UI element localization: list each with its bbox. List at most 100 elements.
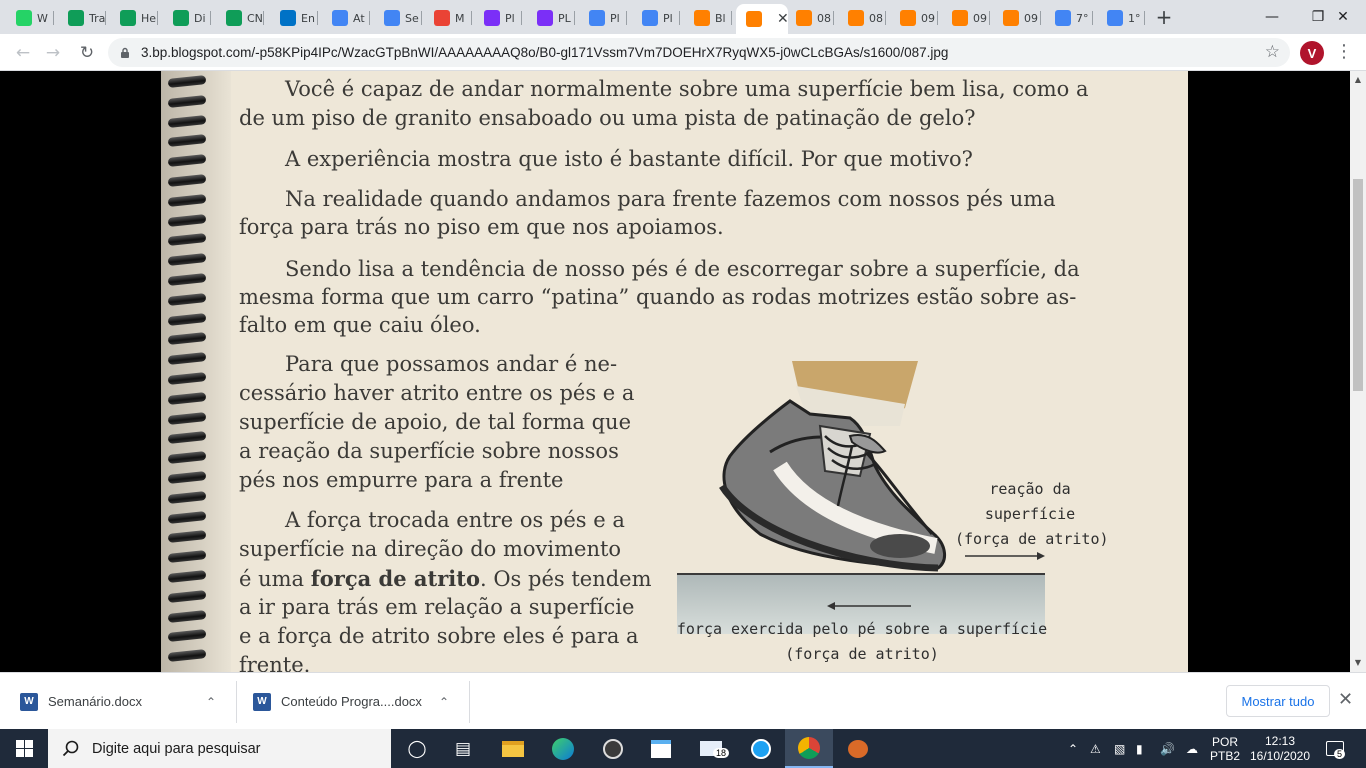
docs-icon — [1055, 10, 1071, 26]
text-fragment: . Os pés tendem — [479, 567, 652, 591]
close-icon[interactable]: ✕ — [1338, 689, 1353, 710]
show-all-button[interactable]: Mostrar tudo — [1226, 685, 1330, 717]
back-icon[interactable]: ← — [10, 40, 36, 66]
download-item[interactable]: W Semanário.docx ⌃ — [20, 673, 220, 730]
volume-icon[interactable]: 🔊 — [1160, 729, 1175, 768]
tab-title: PL — [558, 11, 571, 25]
browser-tab[interactable]: Tra — [58, 4, 106, 32]
store-icon[interactable] — [638, 729, 684, 768]
minimize-icon[interactable]: — — [1249, 0, 1295, 34]
language-indicator[interactable]: POR PTB2 — [1210, 729, 1240, 768]
browser-tab[interactable]: W — [6, 4, 54, 32]
browser-tab[interactable]: 1° — [1097, 4, 1145, 32]
address-bar[interactable]: 3.bp.blogspot.com/-p58KPip4IPc/WzacGTpBn… — [108, 38, 1290, 67]
tab-title: CN — [247, 11, 263, 25]
chrome-icon[interactable] — [785, 729, 833, 768]
lock-icon — [121, 47, 129, 58]
tab-title: Bl — [715, 11, 726, 25]
text-line: frente. — [239, 653, 311, 672]
browser-tab[interactable]: 09 — [942, 4, 990, 32]
onedrive-icon[interactable]: ☁ — [1186, 729, 1198, 768]
profile-avatar[interactable]: V — [1300, 41, 1324, 65]
obs-icon[interactable] — [590, 729, 636, 768]
text-line: e a força de atrito sobre eles é para a — [239, 624, 639, 648]
browser-tab[interactable]: 08 — [786, 4, 834, 32]
clock[interactable]: 12:13 16/10/2020 — [1250, 729, 1310, 768]
text-line: força para trás no piso em que nos apoia… — [239, 215, 724, 239]
browser-tab[interactable]: 09 — [890, 4, 938, 32]
browser-tab[interactable]: ✕ — [736, 4, 788, 34]
browser-tab[interactable]: M — [424, 4, 472, 32]
taskbar-search[interactable]: Digite aqui para pesquisar — [48, 729, 391, 768]
menu-icon[interactable]: ⋮ — [1334, 42, 1354, 64]
browser-tab[interactable]: 09 — [993, 4, 1041, 32]
tab-title: Tra — [89, 11, 106, 25]
browser-tab[interactable]: CN — [216, 4, 264, 32]
reaction-label: reação da superfície (força de atrito) — [955, 480, 1109, 548]
reload-icon[interactable]: ↻ — [74, 40, 100, 66]
chevron-up-icon[interactable]: ⌃ — [1068, 729, 1078, 768]
close-window-icon[interactable]: ✕ — [1320, 0, 1366, 34]
windows-start-icon[interactable] — [0, 729, 48, 768]
safari-icon[interactable] — [738, 729, 784, 768]
tab-title: Pl — [610, 11, 620, 25]
scroll-up-icon[interactable]: ▲ — [1350, 73, 1366, 87]
tab-title: En — [301, 11, 315, 25]
browser-tab[interactable]: Di — [163, 4, 211, 32]
battery-icon[interactable]: ▮ — [1136, 729, 1143, 768]
outlook-icon — [280, 10, 296, 26]
blogger-icon — [848, 10, 864, 26]
bookmark-star-icon[interactable]: ☆ — [1265, 42, 1280, 62]
browser-tab[interactable]: En — [270, 4, 318, 32]
browser-tab[interactable]: Pl — [632, 4, 680, 32]
chevron-up-icon[interactable]: ⌃ — [206, 695, 216, 709]
text-line: a ir para trás em relação a superfície — [239, 595, 635, 619]
sheets-icon — [68, 10, 84, 26]
browser-tab[interactable]: Pl — [579, 4, 627, 32]
browser-tab[interactable]: 7° — [1045, 4, 1093, 32]
tab-title: He — [141, 11, 157, 25]
scroll-down-icon[interactable]: ▼ — [1350, 656, 1366, 670]
url-text: 3.bp.blogspot.com/-p58KPip4IPc/WzacGTpBn… — [141, 45, 949, 60]
docs-icon — [642, 10, 658, 26]
scrollbar-thumb[interactable] — [1353, 179, 1363, 391]
browser-tab[interactable]: Se — [374, 4, 422, 32]
browser-tab[interactable]: At — [322, 4, 370, 32]
lang-top: POR — [1212, 734, 1239, 749]
cortana-icon[interactable]: ◯ — [394, 729, 440, 768]
game-icon[interactable] — [835, 729, 881, 768]
browser-tab[interactable]: PL — [527, 4, 575, 32]
browser-tab[interactable]: 08 — [838, 4, 886, 32]
translate-icon — [384, 10, 400, 26]
notification-center-icon[interactable]: 5 — [1326, 729, 1346, 768]
download-item[interactable]: W Conteúdo Progra....docx ⌃ — [253, 673, 453, 730]
tab-title: Se — [405, 11, 419, 25]
network-icon[interactable]: ▧ — [1114, 729, 1125, 768]
mail-icon[interactable]: 18 — [688, 729, 734, 768]
gmail-icon — [434, 10, 450, 26]
browser-tab[interactable]: Bl — [684, 4, 732, 32]
foot-force-label: força exercida pelo pé sobre a superfíci… — [676, 620, 1048, 663]
tab-title: 08 — [869, 11, 883, 25]
text-fragment: é uma — [239, 567, 311, 591]
download-filename: Conteúdo Progra....docx — [281, 694, 422, 709]
clock-time: 12:13 — [1264, 733, 1296, 748]
chevron-up-icon[interactable]: ⌃ — [439, 695, 449, 709]
task-view-icon[interactable]: ▤ — [440, 729, 486, 768]
new-tab-button[interactable]: + — [1152, 6, 1176, 30]
search-placeholder: Digite aqui para pesquisar — [92, 740, 261, 757]
browser-tab[interactable]: Pl — [474, 4, 522, 32]
vertical-scrollbar[interactable]: ▲ ▼ — [1350, 71, 1366, 672]
sneaker-illustration — [719, 361, 946, 572]
sheets-icon — [120, 10, 136, 26]
browser-tab[interactable]: He — [110, 4, 158, 32]
warning-icon[interactable]: ⚠ — [1090, 729, 1101, 768]
text-line: falto em que caiu óleo. — [239, 313, 481, 337]
edge-icon[interactable] — [540, 729, 586, 768]
blogger-icon — [952, 10, 968, 26]
tab-title: 7° — [1076, 11, 1089, 25]
tab-title: 09 — [921, 11, 935, 25]
blogger-icon — [1003, 10, 1019, 26]
forward-icon[interactable]: → — [40, 40, 66, 66]
file-explorer-icon[interactable] — [490, 729, 536, 768]
